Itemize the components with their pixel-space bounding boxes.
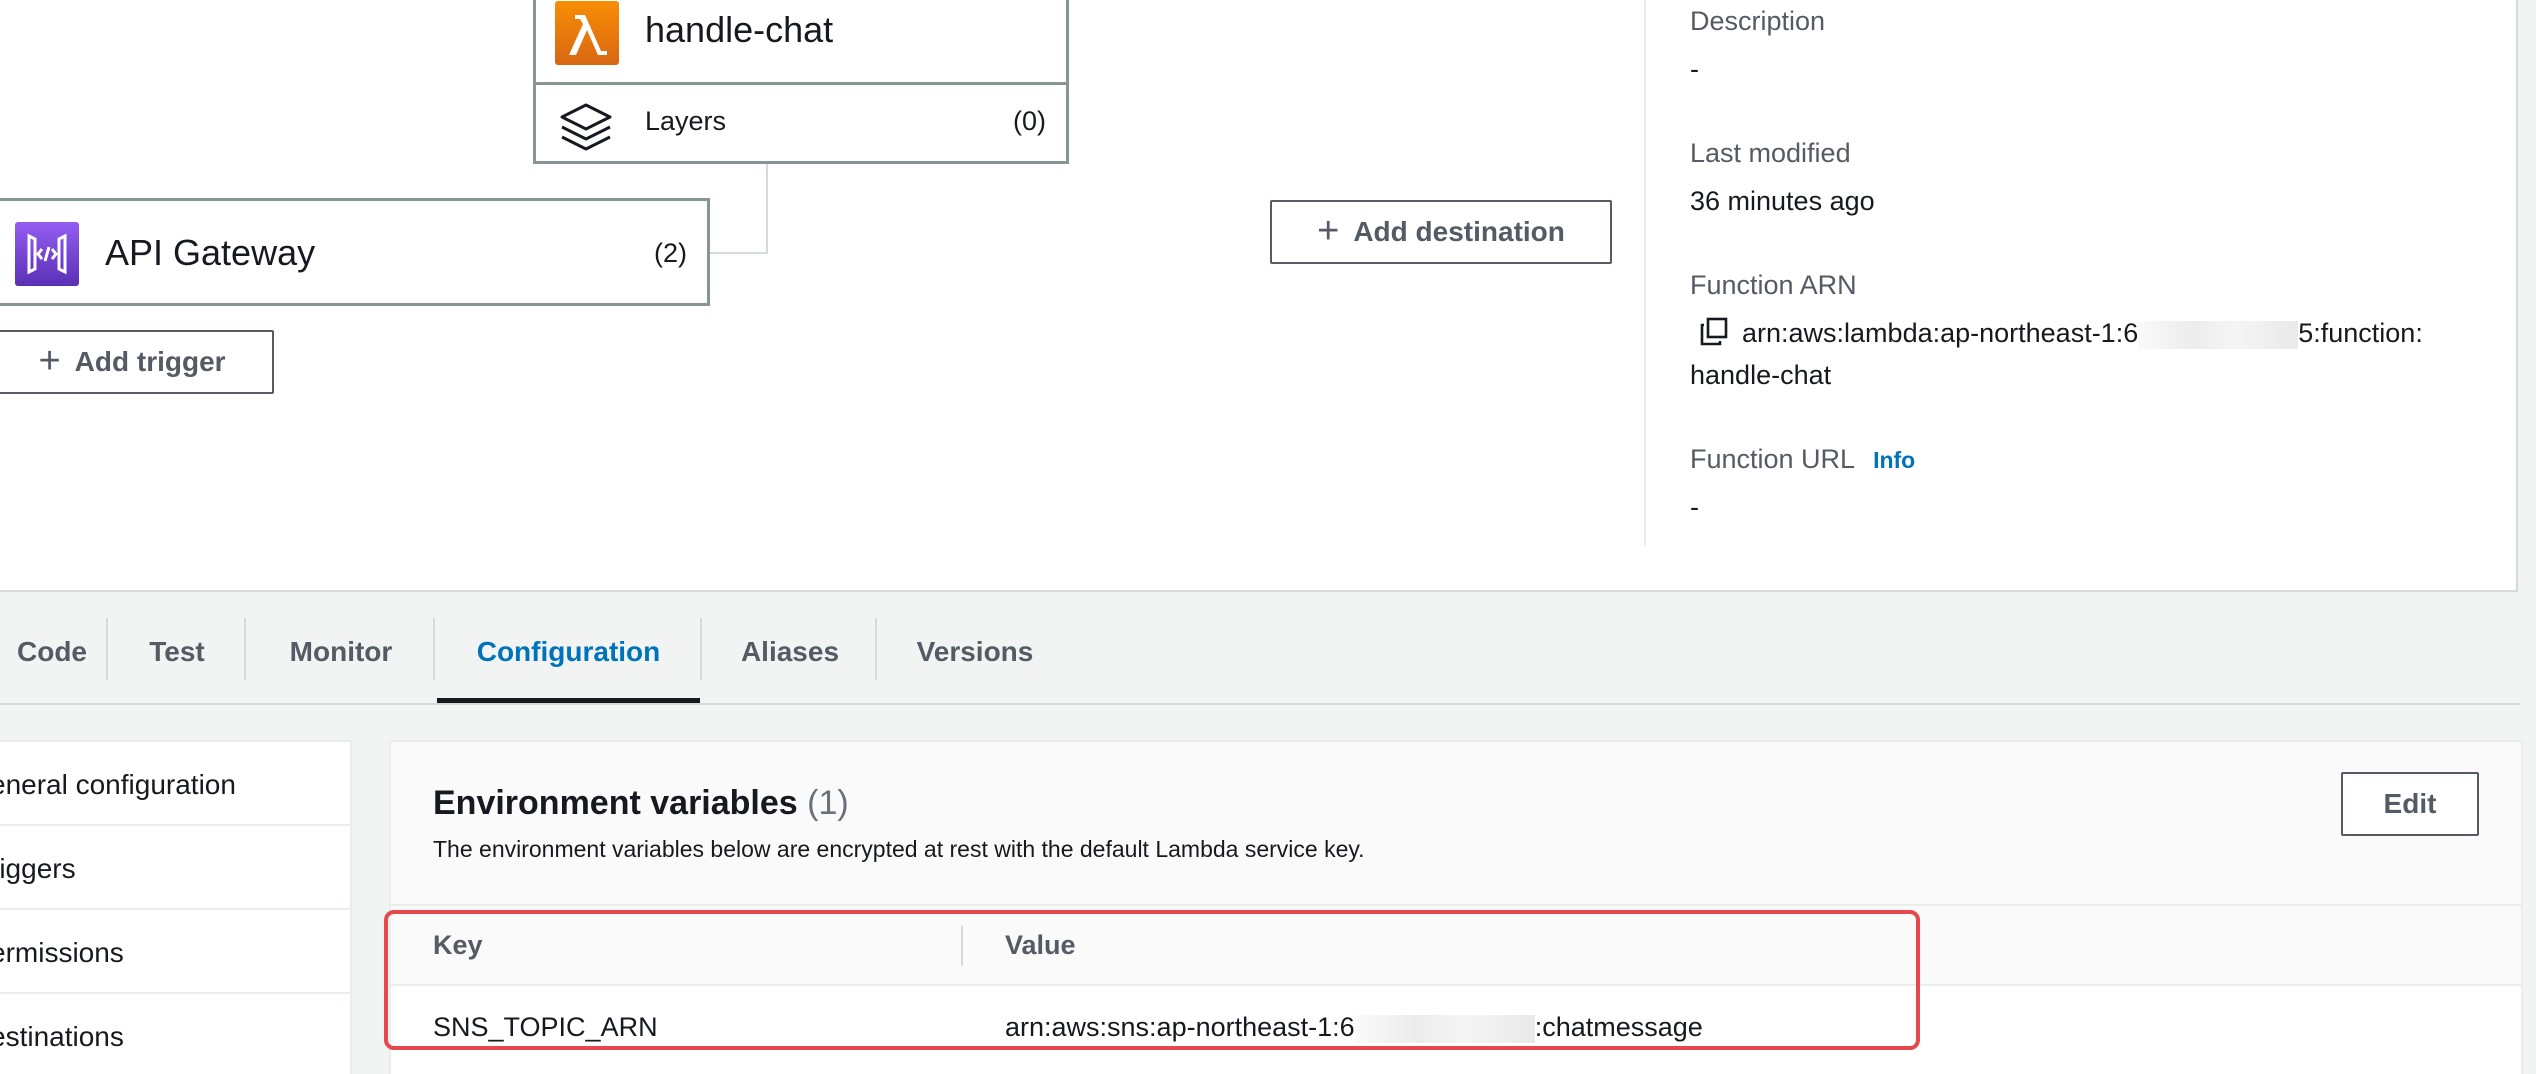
api-gateway-trigger-card[interactable]: API Gateway (2) — [0, 198, 710, 306]
env-value-prefix: arn:aws:sns:ap-northeast-1:6 — [1005, 1012, 1355, 1042]
function-arn-value: arn:aws:lambda:ap-northeast-1:6 5:functio… — [1742, 318, 2423, 349]
function-arn-suffix: 5:function: — [2298, 318, 2423, 348]
configuration-nav: eneral configuration riggers ermissions … — [0, 740, 352, 1074]
tabs-baseline — [0, 703, 2520, 705]
trigger-connector — [706, 252, 768, 254]
trigger-count: (2) — [654, 238, 687, 268]
trigger-connector — [766, 164, 768, 254]
tab-test[interactable]: Test — [110, 600, 244, 704]
redacted-account-id — [1354, 1014, 1535, 1043]
nav-item-label: eneral configuration — [0, 769, 236, 800]
function-arn-prefix: arn:aws:lambda:ap-northeast-1:6 — [1742, 318, 2139, 348]
description-value: - — [1690, 54, 1699, 84]
env-description: The environment variables below are encr… — [433, 836, 1365, 862]
function-url-label-text: Function URL — [1690, 444, 1856, 474]
tab-separator — [700, 618, 702, 680]
active-tab-indicator — [437, 698, 700, 703]
description-label: Description — [1690, 6, 1826, 36]
function-url-value: - — [1690, 492, 1699, 522]
function-card[interactable]: handle-chat Layers (0) — [533, 0, 1069, 164]
function-name: handle-chat — [645, 9, 834, 50]
trigger-name: API Gateway — [105, 232, 316, 273]
function-arn-label: Function ARN — [1690, 270, 1857, 300]
tab-separator — [106, 618, 108, 680]
column-header-key: Key — [433, 930, 483, 960]
nav-item-label: ermissions — [0, 937, 124, 968]
api-gateway-icon — [15, 222, 79, 286]
env-panel-header — [391, 742, 2521, 906]
details-divider — [1644, 0, 1646, 546]
env-key: SNS_TOPIC_ARN — [433, 1012, 658, 1042]
nav-item-label: riggers — [0, 853, 76, 884]
env-table-header: Key Value — [391, 906, 2521, 986]
column-header-value: Value — [1005, 930, 1076, 960]
env-count: (1) — [807, 784, 849, 822]
edit-button[interactable]: Edit — [2341, 772, 2479, 836]
tab-separator — [875, 618, 877, 680]
tab-separator — [244, 618, 246, 680]
nav-item-general-configuration[interactable]: eneral configuration — [0, 742, 350, 826]
tab-versions[interactable]: Versions — [880, 600, 1070, 704]
last-modified-value: 36 minutes ago — [1690, 186, 1875, 216]
nav-item-label: estinations — [0, 1021, 124, 1052]
add-destination-label: Add destination — [1353, 216, 1565, 247]
function-tabs: Code Test Monitor Configuration Aliases … — [0, 600, 2522, 706]
plus-icon: + — [38, 339, 61, 382]
redacted-account-id — [2138, 320, 2299, 349]
function-overview-panel: handle-chat Layers (0) API Gateway (2) +… — [0, 0, 2518, 592]
copy-icon[interactable] — [1698, 316, 1730, 353]
environment-variables-panel: Environment variables (1) The environmen… — [389, 740, 2523, 1074]
env-value-suffix: :chatmessage — [1534, 1012, 1703, 1042]
add-destination-button[interactable]: + Add destination — [1270, 200, 1612, 264]
env-value: arn:aws:sns:ap-northeast-1:6 :chatmessage — [1005, 1012, 1703, 1043]
lambda-icon — [555, 1, 619, 65]
last-modified-label: Last modified — [1690, 138, 1851, 168]
function-url-label: Function URL Info — [1690, 444, 1915, 475]
tab-separator — [433, 618, 435, 680]
nav-item-destinations[interactable]: estinations — [0, 994, 350, 1074]
env-title-text: Environment variables — [433, 784, 798, 822]
tab-aliases[interactable]: Aliases — [704, 600, 876, 704]
function-arn-value-line2: handle-chat — [1690, 360, 1832, 390]
nav-item-triggers[interactable]: riggers — [0, 826, 350, 910]
function-url-info-link[interactable]: Info — [1873, 447, 1915, 473]
column-separator — [961, 926, 963, 966]
add-trigger-button[interactable]: + Add trigger — [0, 330, 274, 394]
layers-icon — [556, 101, 616, 162]
layers-label[interactable]: Layers — [645, 106, 726, 137]
add-trigger-label: Add trigger — [74, 346, 226, 377]
nav-item-permissions[interactable]: ermissions — [0, 910, 350, 994]
tab-configuration[interactable]: Configuration — [437, 600, 700, 704]
layers-count: (0) — [1013, 106, 1046, 136]
plus-icon: + — [1317, 209, 1340, 252]
env-title: Environment variables (1) — [433, 784, 849, 823]
tab-code[interactable]: Code — [0, 600, 104, 704]
function-card-header[interactable]: handle-chat — [536, 0, 1066, 85]
tab-monitor[interactable]: Monitor — [248, 600, 434, 704]
